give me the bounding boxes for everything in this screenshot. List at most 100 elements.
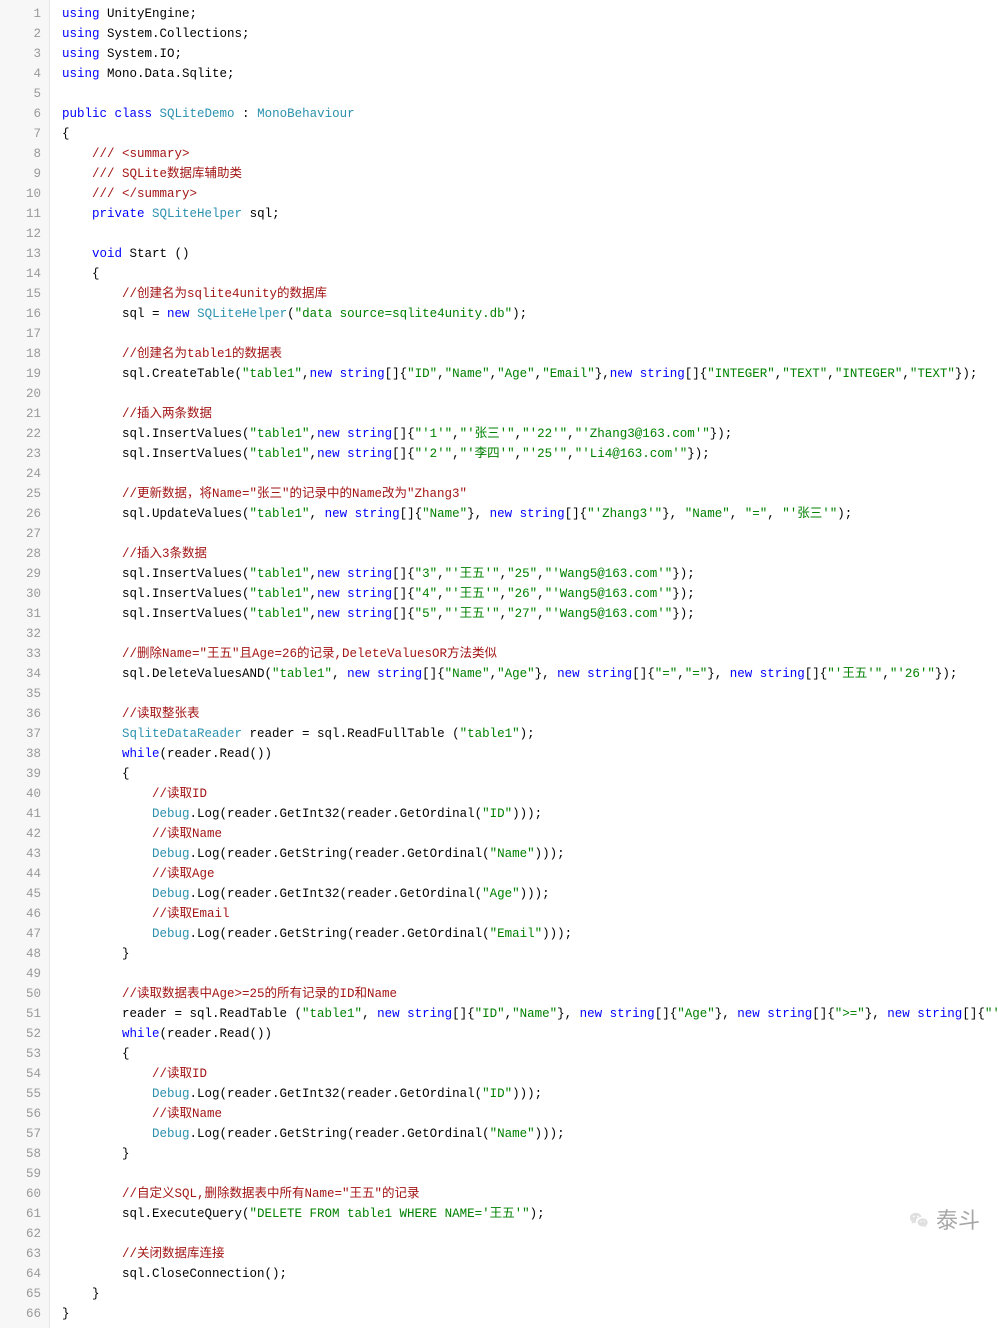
code-token: new string [557, 667, 632, 681]
code-token: ))); [535, 1127, 565, 1141]
code-token: "table1" [250, 587, 310, 601]
code-token: , [537, 587, 545, 601]
code-line: sql.InsertValues("table1",new string[]{"… [62, 444, 998, 464]
code-token: } [62, 1287, 100, 1301]
code-token: Debug [152, 1127, 190, 1141]
code-token: "'Wang5@163.com'" [545, 567, 673, 581]
line-number: 17 [4, 324, 41, 344]
code-token: }, [865, 1007, 888, 1021]
code-token [152, 107, 160, 121]
code-token: "'李四'" [460, 447, 515, 461]
line-number: 28 [4, 544, 41, 564]
code-line: sql.CloseConnection(); [62, 1264, 998, 1284]
code-token: , [827, 367, 835, 381]
line-number: 30 [4, 584, 41, 604]
line-number: 29 [4, 564, 41, 584]
code-token: .Log(reader.GetString(reader.GetOrdinal( [190, 927, 490, 941]
code-token: UnityEngine; [100, 7, 198, 21]
code-token: }, [557, 1007, 580, 1021]
line-number: 38 [4, 744, 41, 764]
code-token: "=" [655, 667, 678, 681]
code-token: "table1" [272, 667, 332, 681]
line-number: 5 [4, 84, 41, 104]
code-token: , [882, 667, 890, 681]
code-token: "Email" [490, 927, 543, 941]
code-line: while(reader.Read()) [62, 1024, 998, 1044]
line-number: 24 [4, 464, 41, 484]
code-token: "'2'" [415, 447, 453, 461]
code-token: , [332, 667, 347, 681]
code-line [62, 524, 998, 544]
code-line: } [62, 1304, 998, 1324]
code-editor: 1234567891011121314151617181920212223242… [0, 0, 998, 1328]
line-number: 55 [4, 1084, 41, 1104]
code-token: "Age" [497, 667, 535, 681]
line-number: 33 [4, 644, 41, 664]
code-token: reader = sql.ReadFullTable ( [242, 727, 460, 741]
code-token: "'25'" [985, 1007, 998, 1021]
code-token: ); [512, 307, 527, 321]
line-number: 14 [4, 264, 41, 284]
code-token: []{ [565, 507, 588, 521]
code-line: sql.InsertValues("table1",new string[]{"… [62, 564, 998, 584]
code-token: new string [317, 427, 392, 441]
code-token: , [437, 367, 445, 381]
code-token [62, 1247, 122, 1261]
code-token: "26" [507, 587, 537, 601]
code-token: "table1" [242, 367, 302, 381]
code-token: ); [520, 727, 535, 741]
code-line: { [62, 124, 998, 144]
code-token: new string [737, 1007, 812, 1021]
code-token: sql.UpdateValues( [62, 507, 250, 521]
code-token [62, 807, 152, 821]
code-line [62, 84, 998, 104]
code-token: new string [317, 607, 392, 621]
code-token: (reader.Read()) [160, 747, 273, 761]
code-token: Debug [152, 1087, 190, 1101]
code-line: while(reader.Read()) [62, 744, 998, 764]
code-token: []{ [632, 667, 655, 681]
code-token [62, 987, 122, 1001]
code-token [62, 827, 152, 841]
line-number: 34 [4, 664, 41, 684]
code-line: using System.Collections; [62, 24, 998, 44]
code-token: }, [535, 667, 558, 681]
code-token: []{ [400, 507, 423, 521]
code-token: "'Zhang3'" [587, 507, 662, 521]
line-number: 11 [4, 204, 41, 224]
code-token: sql.InsertValues( [62, 447, 250, 461]
code-token: Debug [152, 887, 190, 901]
code-token: "'王五'" [445, 607, 500, 621]
code-line [62, 324, 998, 344]
code-token: //读取ID [152, 787, 207, 801]
code-area: using UnityEngine; using System.Collectio… [50, 0, 998, 1328]
code-line: Debug.Log(reader.GetInt32(reader.GetOrdi… [62, 884, 998, 904]
code-token: sql.InsertValues( [62, 587, 250, 601]
code-token: "'26'" [890, 667, 935, 681]
code-token: }, [707, 667, 730, 681]
code-token: //创建名为table1的数据表 [122, 347, 282, 361]
code-token: ))); [512, 807, 542, 821]
code-token: using [62, 67, 100, 81]
code-line: /// <summary> [62, 144, 998, 164]
code-token: ); [837, 507, 852, 521]
code-token [62, 867, 152, 881]
code-token: "TEXT" [782, 367, 827, 381]
line-number: 15 [4, 284, 41, 304]
code-token: sql; [242, 207, 280, 221]
line-number: 44 [4, 864, 41, 884]
code-token: Start () [122, 247, 190, 261]
line-number: 37 [4, 724, 41, 744]
line-number: 43 [4, 844, 41, 864]
line-number: 50 [4, 984, 41, 1004]
code-token: "INTEGER" [835, 367, 903, 381]
code-token: "ID" [475, 1007, 505, 1021]
code-token: , [677, 667, 685, 681]
code-token: new string [377, 1007, 452, 1021]
code-token: System.IO; [100, 47, 183, 61]
code-token [62, 907, 152, 921]
code-token: /// </summary> [92, 187, 197, 201]
code-token: , [310, 587, 318, 601]
code-token: "5" [415, 607, 438, 621]
code-token: "Name" [422, 507, 467, 521]
